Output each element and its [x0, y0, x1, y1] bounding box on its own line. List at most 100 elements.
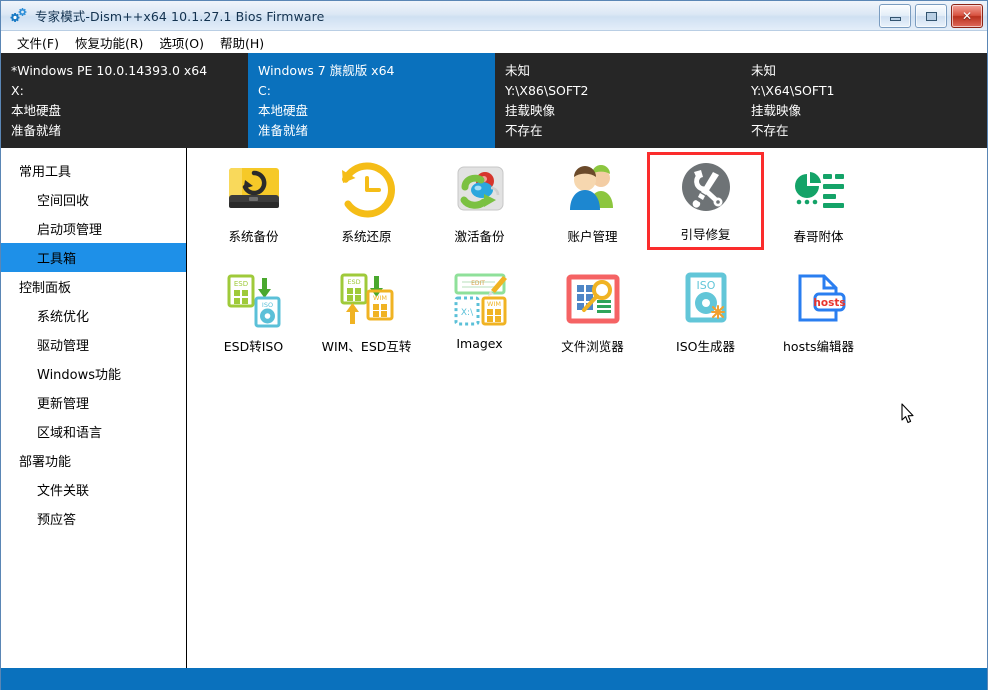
info-line-type: 本地硬盘 [11, 101, 238, 121]
tool-label: ISO生成器 [676, 336, 735, 355]
info-line-os: 未知 [751, 61, 977, 81]
sidebar-item-toolbox[interactable]: 工具箱 [1, 243, 186, 272]
menu-file[interactable]: 文件(F) [9, 31, 67, 54]
info-line-status: 准备就绪 [11, 121, 238, 141]
info-line-os: Windows 7 旗舰版 x64 [258, 61, 485, 81]
svg-text:ESD: ESD [347, 278, 360, 286]
close-button[interactable]: ✕ [951, 4, 983, 28]
info-line-drive: Y:\X64\SOFT1 [751, 81, 977, 101]
imagex-icon: EDIT X:\ WIM [448, 270, 512, 330]
tool-label: Imagex [456, 336, 502, 351]
image-info-panels: *Windows PE 10.0.14393.0 x64 X: 本地硬盘 准备就… [1, 53, 987, 148]
activation-backup-icon [448, 160, 512, 220]
info-line-os: 未知 [505, 61, 731, 81]
tool-label: 系统还原 [341, 226, 391, 245]
info-line-drive: C: [258, 81, 485, 101]
main-body: 常用工具 空间回收 启动项管理 工具箱 控制面板 系统优化 驱动管理 Windo… [1, 148, 987, 668]
mouse-cursor [901, 403, 915, 424]
tool-hosts-editor[interactable]: hosts hosts编辑器 [762, 264, 875, 374]
sidebar-item-driver-manager[interactable]: 驱动管理 [1, 330, 186, 359]
svg-text:EDIT: EDIT [471, 280, 485, 287]
menu-recovery[interactable]: 恢复功能(R) [67, 31, 151, 54]
info-panel-soft1[interactable]: 未知 Y:\X64\SOFT1 挂载映像 不存在 [741, 53, 987, 148]
info-line-status: 准备就绪 [258, 121, 485, 141]
tool-boot-repair[interactable]: 引导修复 [649, 154, 762, 248]
wrench-screwdriver-icon [674, 158, 738, 218]
hosts-editor-icon: hosts [787, 270, 851, 330]
info-line-drive: Y:\X86\SOFT2 [505, 81, 731, 101]
toolbox-content: 系统备份 系统还原 [187, 148, 987, 668]
hard-disk-backup-icon [222, 160, 286, 220]
sidebar-item-region-language[interactable]: 区域和语言 [1, 417, 186, 446]
tool-esd-to-iso[interactable]: ESD ISO ESD转ISO [197, 264, 310, 374]
tool-label: 春哥附体 [793, 226, 843, 245]
esd-to-iso-icon: ESD ISO [222, 270, 286, 330]
svg-text:X:\: X:\ [460, 308, 473, 318]
info-line-status: 不存在 [505, 121, 731, 141]
menu-bar: 文件(F) 恢复功能(R) 选项(O) 帮助(H) [1, 31, 987, 53]
sidebar-item-unattend[interactable]: 预应答 [1, 504, 186, 533]
status-bar [1, 668, 987, 690]
tool-label: 账户管理 [567, 226, 617, 245]
sidebar-group-common-tools: 常用工具 [1, 156, 186, 185]
iso-builder-icon: ISO [674, 270, 738, 330]
sidebar-item-space-reclaim[interactable]: 空间回收 [1, 185, 186, 214]
svg-text:ISO: ISO [696, 279, 715, 292]
svg-text:ISO: ISO [261, 301, 272, 309]
minimize-button[interactable] [879, 4, 911, 28]
tool-label: 激活备份 [454, 226, 504, 245]
info-line-os: *Windows PE 10.0.14393.0 x64 [11, 61, 238, 81]
title-bar: 专家模式-Dism++x64 10.1.27.1 Bios Firmware ✕ [1, 1, 987, 31]
info-panel-soft2[interactable]: 未知 Y:\X86\SOFT2 挂载映像 不存在 [495, 53, 741, 148]
tool-chunge[interactable]: 春哥附体 [762, 154, 875, 264]
info-line-type: 挂载映像 [505, 101, 731, 121]
svg-text:hosts: hosts [813, 297, 845, 309]
sidebar-item-startup-manager[interactable]: 启动项管理 [1, 214, 186, 243]
info-line-status: 不存在 [751, 121, 977, 141]
menu-help[interactable]: 帮助(H) [212, 31, 272, 54]
info-panel-windows-pe[interactable]: *Windows PE 10.0.14393.0 x64 X: 本地硬盘 准备就… [1, 53, 248, 148]
svg-text:WIM: WIM [487, 300, 501, 308]
sidebar-item-update-manager[interactable]: 更新管理 [1, 388, 186, 417]
tool-label: ESD转ISO [224, 336, 283, 355]
clock-restore-icon [335, 160, 399, 220]
wim-esd-swap-icon: ESD WIM [335, 270, 399, 330]
tool-activation-backup[interactable]: 激活备份 [423, 154, 536, 264]
tool-label: hosts编辑器 [783, 336, 854, 355]
window-title: 专家模式-Dism++x64 10.1.27.1 Bios Firmware [35, 6, 324, 25]
tool-label: 系统备份 [228, 226, 278, 245]
tool-grid: 系统备份 系统还原 [197, 154, 987, 374]
tool-file-explorer[interactable]: 文件浏览器 [536, 264, 649, 374]
info-line-drive: X: [11, 81, 238, 101]
maximize-button[interactable] [915, 4, 947, 28]
tool-iso-builder[interactable]: ISO [649, 264, 762, 374]
svg-text:WIM: WIM [373, 294, 387, 302]
sidebar-group-control-panel: 控制面板 [1, 272, 186, 301]
info-line-type: 挂载映像 [751, 101, 977, 121]
tool-system-restore[interactable]: 系统还原 [310, 154, 423, 264]
tool-account-manager[interactable]: 账户管理 [536, 154, 649, 264]
sidebar-item-windows-features[interactable]: Windows功能 [1, 359, 186, 388]
minimize-icon [890, 17, 901, 21]
maximize-icon [926, 12, 937, 21]
info-panel-windows7[interactable]: Windows 7 旗舰版 x64 C: 本地硬盘 准备就绪 [248, 53, 495, 148]
tool-label: WIM、ESD互转 [322, 336, 412, 355]
users-icon [561, 160, 625, 220]
sidebar-group-deployment: 部署功能 [1, 446, 186, 475]
sidebar-item-file-association[interactable]: 文件关联 [1, 475, 186, 504]
sidebar-item-system-optimize[interactable]: 系统优化 [1, 301, 186, 330]
tool-label: 引导修复 [680, 224, 730, 243]
svg-text:ESD: ESD [233, 280, 247, 288]
tool-imagex[interactable]: EDIT X:\ WIM I [423, 264, 536, 374]
gears-icon [9, 7, 29, 25]
pie-chart-bars-icon [787, 160, 851, 220]
file-explorer-icon [561, 270, 625, 330]
tool-system-backup[interactable]: 系统备份 [197, 154, 310, 264]
window-controls: ✕ [879, 4, 983, 28]
tool-wim-esd-convert[interactable]: ESD WIM [310, 264, 423, 374]
tool-label: 文件浏览器 [561, 336, 624, 355]
application-window: 专家模式-Dism++x64 10.1.27.1 Bios Firmware ✕… [0, 0, 988, 690]
sidebar: 常用工具 空间回收 启动项管理 工具箱 控制面板 系统优化 驱动管理 Windo… [1, 148, 187, 668]
close-icon: ✕ [962, 10, 972, 22]
menu-options[interactable]: 选项(O) [151, 31, 212, 54]
